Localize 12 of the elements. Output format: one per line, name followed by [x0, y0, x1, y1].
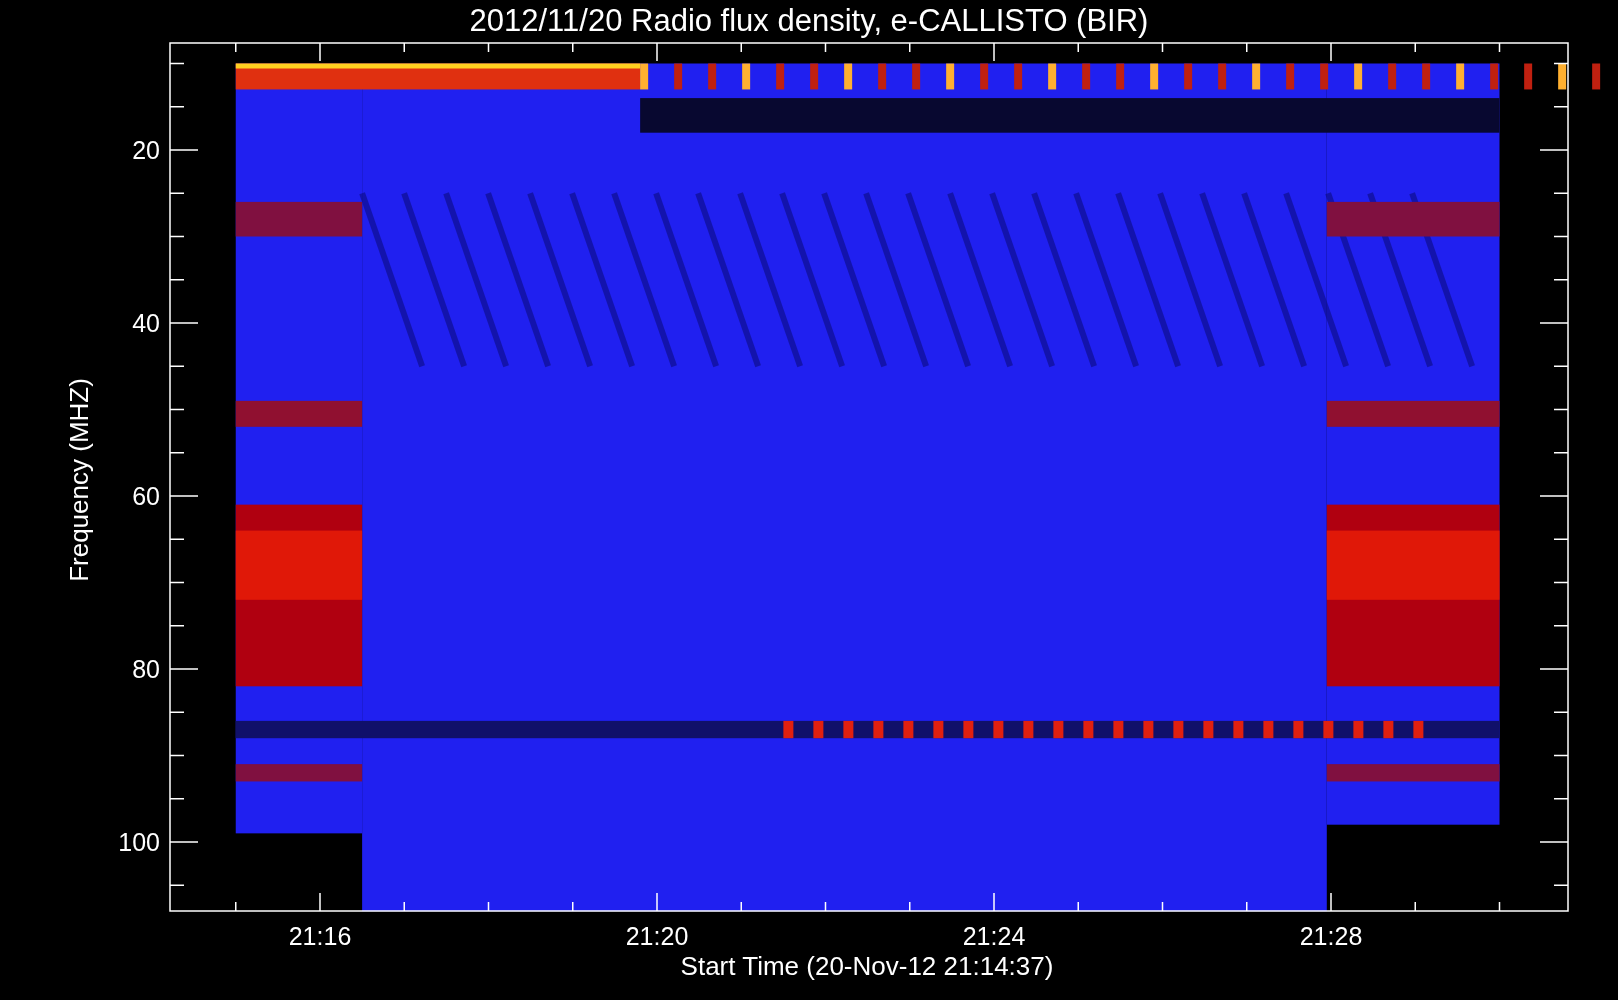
- axis-tick-label: 60: [132, 482, 160, 510]
- y-axis-title: Frequency (MHZ): [64, 378, 94, 582]
- axis-tick-label: 20: [132, 136, 160, 164]
- chart-title: 2012/11/20 Radio flux density, e-CALLISTO (BIR): [469, 3, 1149, 38]
- axis-tick-label: 21:24: [962, 922, 1026, 950]
- axis-tick-label: 80: [132, 655, 160, 683]
- axis-tick-label: 40: [132, 309, 160, 337]
- axis-tick-label: 21:16: [288, 922, 352, 950]
- axis-tick-label: 21:20: [625, 922, 689, 950]
- x-axis-title: Start Time (20-Nov-12 21:14:37): [680, 951, 1054, 981]
- axis-tick-label: 21:28: [1299, 922, 1363, 950]
- axis-tick-label: 100: [118, 828, 160, 856]
